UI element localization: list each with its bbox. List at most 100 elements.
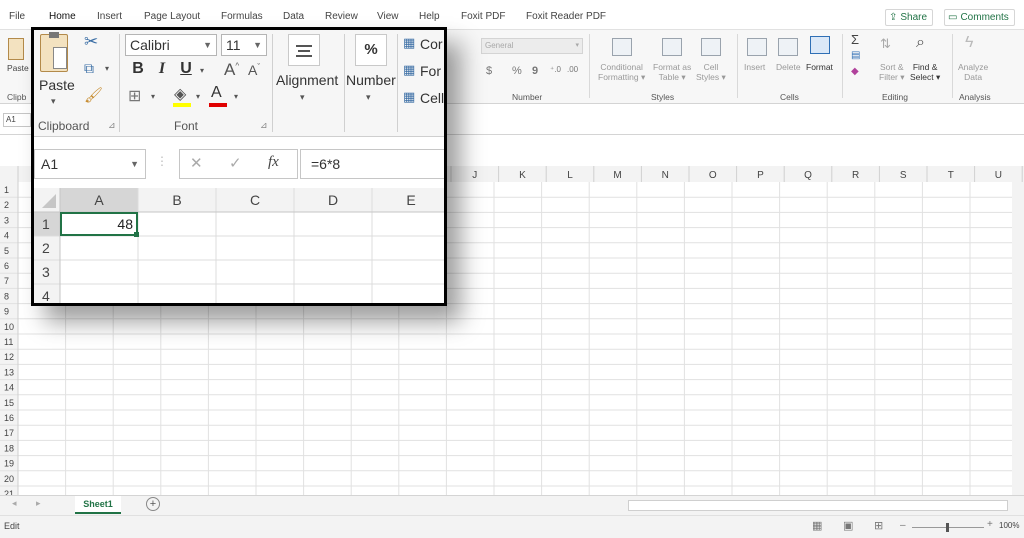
paste-icon[interactable] <box>40 32 68 72</box>
chevron-down-icon[interactable]: ▾ <box>151 92 155 101</box>
formula-input[interactable]: =6*8 <box>300 149 444 179</box>
column-header-o[interactable]: O <box>709 170 717 181</box>
zoom-in-icon[interactable]: + <box>987 519 993 530</box>
number-format-icon[interactable]: % <box>355 34 387 66</box>
cell-a1-value[interactable]: 48 <box>117 216 133 232</box>
chevron-down-icon[interactable]: ▾ <box>105 64 109 73</box>
menu-file[interactable]: File <box>9 11 25 22</box>
zoom-column-header-d[interactable]: D <box>328 192 338 208</box>
sheet-tab-sheet1[interactable]: Sheet1 <box>75 496 121 514</box>
conditional-formatting-icon[interactable]: ▦ <box>403 35 415 51</box>
underline-button[interactable]: U <box>176 60 196 78</box>
insert-function-icon[interactable]: fx <box>268 154 279 171</box>
row-header-18[interactable]: 18 <box>4 443 14 453</box>
column-header-u[interactable]: U <box>995 170 1002 181</box>
row-header-14[interactable]: 14 <box>4 383 14 393</box>
row-header-7[interactable]: 7 <box>4 276 9 286</box>
zoom-out-icon[interactable]: – <box>900 520 906 531</box>
column-header-m[interactable]: M <box>613 170 621 181</box>
chevron-down-icon[interactable]: ▾ <box>196 92 200 101</box>
row-header-3[interactable]: 3 <box>4 215 9 225</box>
zoom-level[interactable]: 100% <box>999 521 1019 530</box>
analyze-data-label[interactable]: Analyze Data <box>958 62 988 82</box>
currency-icon[interactable]: $ <box>486 65 492 77</box>
row-header-11[interactable]: 11 <box>4 337 13 347</box>
delete-cells-icon[interactable] <box>778 38 798 56</box>
row-header-6[interactable]: 6 <box>4 261 9 271</box>
analyze-data-icon[interactable]: ϟ <box>965 34 973 52</box>
number-label[interactable]: Number <box>346 72 396 88</box>
name-box[interactable]: A1 <box>3 113 31 127</box>
conditional-formatting-label[interactable]: Cor <box>420 36 443 52</box>
menu-insert[interactable]: Insert <box>97 11 122 22</box>
number-format-select[interactable]: General ▾ <box>481 38 583 54</box>
cut-icon[interactable]: ✂ <box>84 32 98 52</box>
cell-styles-label[interactable]: Cell <box>420 90 444 106</box>
conditional-formatting-label[interactable]: Conditional Formatting ▾ <box>598 62 645 82</box>
increase-decimal-icon[interactable]: ⁺.0 <box>550 65 561 74</box>
column-header-s[interactable]: S <box>900 170 907 181</box>
zoom-column-header-a[interactable]: A <box>94 192 104 208</box>
menu-home[interactable]: Home <box>49 11 76 22</box>
menu-formulas[interactable]: Formulas <box>221 11 263 22</box>
format-cells-icon[interactable] <box>810 36 830 54</box>
borders-icon[interactable]: ⊞ <box>128 86 141 106</box>
cell-styles-icon[interactable]: ▦ <box>403 89 415 105</box>
comments-button[interactable]: ▭ Comments <box>944 9 1015 26</box>
chevron-down-icon[interactable]: ▾ <box>51 96 56 107</box>
row-header-20[interactable]: 20 <box>4 474 14 484</box>
sort-filter-icon[interactable]: ⇅ <box>880 36 891 52</box>
column-header-r[interactable]: R <box>852 170 859 181</box>
zoom-column-header-b[interactable]: B <box>172 192 181 208</box>
normal-view-icon[interactable]: ▦ <box>812 519 822 532</box>
menu-help[interactable]: Help <box>419 11 440 22</box>
add-sheet-button[interactable]: + <box>146 497 160 511</box>
page-layout-view-icon[interactable]: ▣ <box>843 519 853 532</box>
chevron-down-icon[interactable]: ▾ <box>234 92 238 101</box>
chevron-down-icon[interactable]: ▾ <box>300 92 305 103</box>
find-select-icon[interactable]: ⌕ <box>916 34 925 52</box>
column-header-p[interactable]: P <box>757 170 764 181</box>
increase-font-size-icon[interactable]: A^ <box>224 60 239 80</box>
column-header-q[interactable]: Q <box>804 170 812 181</box>
font-color-icon[interactable]: A <box>211 84 222 102</box>
zoom-row-header-2[interactable]: 2 <box>42 240 50 256</box>
copy-icon[interactable]: ⧉ <box>84 60 94 77</box>
enter-icon[interactable]: ✓ <box>229 154 242 172</box>
format-as-table-label[interactable]: Format as Table ▾ <box>653 62 691 82</box>
row-header-13[interactable]: 13 <box>4 367 14 377</box>
autosum-icon[interactable]: Σ <box>851 32 859 47</box>
column-header-n[interactable]: N <box>662 170 669 181</box>
row-header-4[interactable]: 4 <box>4 231 9 241</box>
zoom-row-header-3[interactable]: 3 <box>42 264 50 280</box>
share-button[interactable]: ⇪ Share <box>885 9 934 26</box>
row-header-19[interactable]: 19 <box>4 459 14 469</box>
font-name-select[interactable]: Calibri ▼ <box>125 34 217 56</box>
paste-icon[interactable] <box>8 38 24 60</box>
format-as-table-label[interactable]: For <box>420 63 441 79</box>
fill-handle[interactable] <box>134 232 139 237</box>
decrease-decimal-icon[interactable]: .00 <box>567 65 578 74</box>
page-break-view-icon[interactable]: ⊞ <box>874 519 883 532</box>
zoom-slider-thumb[interactable] <box>946 523 949 532</box>
alignment-label[interactable]: Alignment <box>276 72 338 88</box>
menu-view[interactable]: View <box>377 11 399 22</box>
scroll-right-icon[interactable]: ▸ <box>36 498 41 509</box>
format-cells-label[interactable]: Format <box>806 62 833 72</box>
column-header-l[interactable]: L <box>567 170 573 181</box>
chevron-down-icon[interactable]: ▾ <box>366 92 371 103</box>
percent-icon[interactable]: % <box>512 65 522 77</box>
fill-icon[interactable]: ▤ <box>851 50 860 61</box>
bold-button[interactable]: B <box>128 60 148 78</box>
name-box[interactable]: A1 ▼ <box>34 149 146 179</box>
delete-cells-label[interactable]: Delete <box>776 62 801 72</box>
format-as-table-icon[interactable] <box>662 38 682 56</box>
column-header-k[interactable]: K <box>519 170 526 181</box>
zoom-row-header-1[interactable]: 1 <box>42 216 50 232</box>
clear-icon[interactable]: ◆ <box>851 66 859 77</box>
row-header-2[interactable]: 2 <box>4 200 9 210</box>
dialog-launcher-icon[interactable]: ⊿ <box>260 120 268 131</box>
chevron-down-icon[interactable]: ▾ <box>200 66 204 75</box>
menu-data[interactable]: Data <box>283 11 304 22</box>
row-header-1[interactable]: 1 <box>4 185 9 195</box>
